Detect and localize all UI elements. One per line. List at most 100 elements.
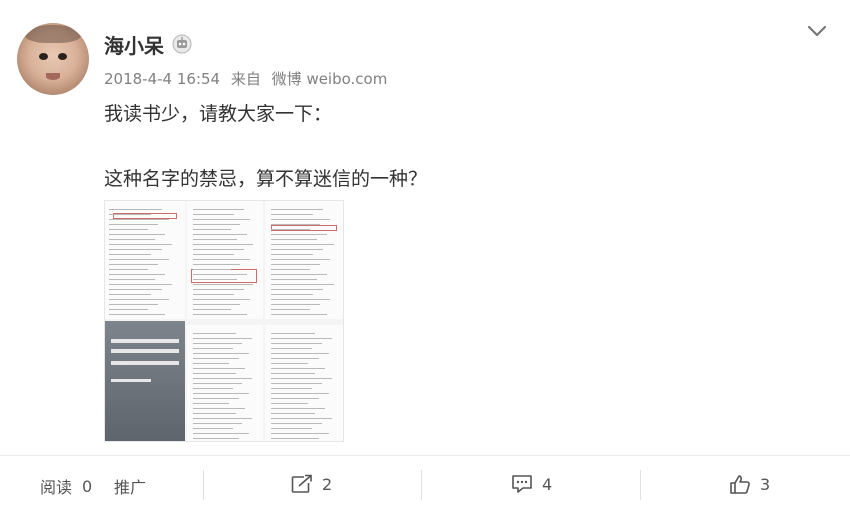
avatar-eye-left — [39, 53, 48, 60]
page-text-line — [271, 239, 317, 240]
thumbs-up-icon — [730, 475, 750, 494]
chevron-down-icon[interactable] — [806, 22, 828, 40]
page-text-line — [193, 423, 243, 424]
page-text-line — [193, 314, 247, 315]
page-text-line — [109, 264, 158, 265]
page-text-line — [109, 294, 151, 295]
highlight-box — [191, 269, 257, 283]
page-text-line — [109, 259, 169, 260]
action-separator — [640, 470, 641, 500]
page-text-line — [271, 428, 312, 429]
page-text-line — [271, 343, 322, 344]
cover-title-line — [111, 361, 179, 365]
comment-button[interactable]: 4 — [511, 474, 552, 494]
comment-icon — [512, 475, 532, 493]
page-text-line — [193, 373, 236, 374]
forward-count: 2 — [322, 474, 333, 494]
page-text-line — [271, 418, 333, 419]
page-text-line — [271, 408, 326, 409]
cover-title-line — [111, 379, 151, 382]
page-text-line — [271, 224, 320, 225]
page-text-line — [271, 413, 316, 414]
page-text-line — [109, 304, 158, 305]
page-text-line — [109, 229, 148, 230]
page-text-line — [271, 378, 333, 379]
page-text-line — [193, 398, 240, 399]
page-text-line — [193, 304, 241, 305]
book-cover — [105, 321, 185, 441]
avatar[interactable] — [17, 23, 89, 95]
page-text-line — [109, 274, 165, 275]
page-text-line — [193, 348, 233, 349]
page-text-line — [109, 209, 162, 210]
page-text-line — [193, 264, 241, 265]
like-count: 3 — [760, 474, 771, 494]
page-text-line — [193, 284, 254, 285]
page-text-line — [271, 373, 316, 374]
page-text-line — [193, 358, 240, 359]
comment-count: 4 — [542, 474, 553, 494]
page-text-line — [271, 279, 317, 280]
highlight-box — [271, 225, 337, 231]
cover-title-line — [111, 339, 179, 343]
page-text-line — [271, 353, 329, 354]
page-text-line — [193, 378, 252, 379]
page-text-line — [271, 254, 314, 255]
avatar-eye-right — [58, 53, 67, 60]
post-image[interactable] — [104, 200, 344, 442]
username[interactable]: 海小呆 — [104, 30, 164, 59]
page-text-line — [271, 274, 327, 275]
promote-label: 推广 — [114, 478, 147, 497]
page-text-line — [193, 239, 238, 240]
read-count: 阅读 0 — [40, 474, 92, 498]
page-text-line — [271, 314, 327, 315]
page-text-line — [271, 393, 329, 394]
forward-button[interactable]: 2 — [291, 474, 332, 494]
avatar-mouth — [46, 73, 60, 80]
page-text-line — [193, 294, 234, 295]
page-text-line — [193, 403, 230, 404]
page-text-line — [193, 333, 236, 334]
page-text-line — [193, 309, 231, 310]
post-time[interactable]: 2018-4-4 16:54 — [104, 70, 220, 88]
page-text-line — [271, 269, 310, 270]
avatar-hair — [25, 25, 81, 43]
page-text-line — [193, 368, 246, 369]
post-text-line: 我读书少，请教大家一下： — [104, 103, 333, 125]
page-text-line — [271, 264, 320, 265]
page-text-line — [193, 289, 244, 290]
page-text-line — [193, 269, 231, 270]
post-source[interactable]: 微博 weibo.com — [272, 70, 388, 88]
page-text-line — [109, 299, 169, 300]
page-text-line — [109, 279, 155, 280]
page-text-line — [271, 309, 310, 310]
page-text-line — [193, 244, 254, 245]
page-text-line — [271, 403, 309, 404]
page-text-line — [109, 239, 155, 240]
page-text-line — [271, 433, 329, 434]
source-prefix: 来自 — [230, 70, 261, 88]
page-text-line — [193, 214, 234, 215]
page-text-line — [271, 249, 324, 250]
page-text-line — [109, 309, 148, 310]
page-text-line — [193, 363, 230, 364]
page-text-line — [193, 229, 231, 230]
cover-title-line — [111, 349, 179, 353]
page-text-line — [271, 304, 320, 305]
page-text-line — [271, 368, 326, 369]
page-text-line — [271, 363, 309, 364]
read-label: 阅读 — [40, 478, 73, 497]
promote-button[interactable]: 推广 — [114, 474, 146, 498]
page-text-line — [109, 284, 172, 285]
page-text-line — [193, 413, 236, 414]
page-text-line — [193, 234, 247, 235]
page-text-line — [193, 254, 234, 255]
page-text-line — [271, 388, 312, 389]
action-separator — [203, 470, 204, 500]
page-text-line — [193, 408, 246, 409]
page-text-line — [193, 279, 238, 280]
page-text-line — [271, 348, 312, 349]
like-button[interactable]: 3 — [729, 474, 770, 494]
page-text-line — [193, 259, 250, 260]
page-text-line — [271, 358, 319, 359]
